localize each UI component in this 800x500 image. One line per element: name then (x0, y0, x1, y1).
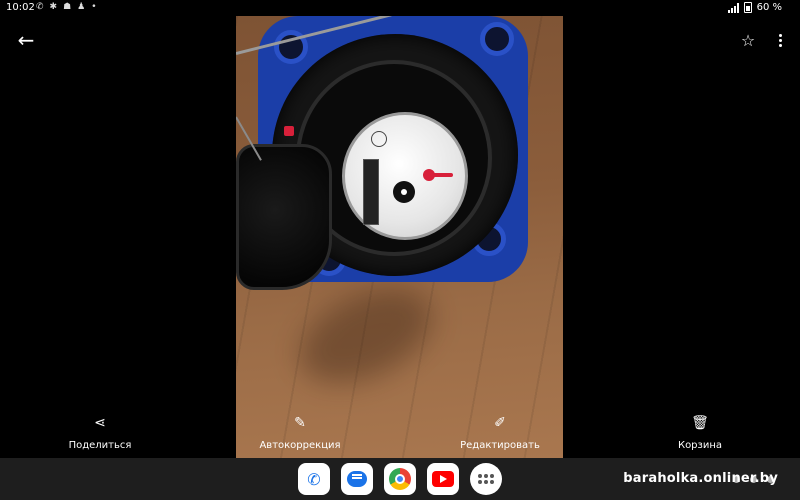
edit-label: Редактировать (460, 440, 540, 451)
trash-action[interactable]: 🗑 Корзина (635, 412, 765, 451)
meter-dial (342, 112, 468, 240)
share-icon: ⋖ (94, 415, 106, 431)
status-time: 10:02 (6, 2, 35, 13)
trash-icon: 🗑 (691, 415, 709, 431)
arrow-back-icon: ← (17, 28, 35, 52)
chrome-icon (389, 468, 411, 490)
status-bar: 10:02 ✆ ✱ ☗ ♟ • 60 % (0, 0, 800, 16)
notification-icon: ♟ (77, 2, 86, 12)
battery-icon (743, 2, 752, 13)
auto-correct-action[interactable]: ✎ Автокоррекция (235, 412, 365, 451)
chrome-app[interactable] (384, 463, 416, 495)
viber-icon: ✆ (36, 2, 44, 12)
meter-lid (236, 144, 332, 290)
app-drawer-button[interactable] (470, 463, 502, 495)
star-outline-icon: ☆ (740, 30, 756, 50)
photo-action-bar: ⋖ Поделиться ✎ Автокоррекция ✐ Редактиро… (0, 412, 800, 458)
red-needle (427, 173, 453, 177)
flange-bolt (480, 22, 514, 56)
favorite-button[interactable]: ☆ (736, 28, 760, 52)
app-dock: ✆ (298, 463, 502, 495)
watermark: baraholka.onliner.by (623, 471, 778, 486)
dot-icon: • (91, 2, 97, 12)
apps-grid-icon (478, 474, 494, 484)
status-left-icons: ✆ ✱ ☗ ♟ • (36, 2, 97, 12)
photo-viewer-image[interactable] (236, 16, 563, 458)
taskbar: ✆ baraholka.onliner.by (0, 458, 800, 500)
more-options-button[interactable] (770, 28, 790, 52)
edit-action[interactable]: ✐ Редактировать (435, 412, 565, 451)
bluetooth-icon: ✱ (49, 2, 58, 12)
edit-icon: ✐ (494, 415, 506, 431)
auto-correct-label: Автокоррекция (259, 440, 341, 451)
share-action[interactable]: ⋖ Поделиться (35, 412, 165, 451)
android-icon: ☗ (63, 2, 72, 12)
phone-app[interactable]: ✆ (298, 463, 330, 495)
youtube-icon (432, 471, 454, 487)
red-seal (284, 126, 294, 136)
trash-label: Корзина (677, 440, 723, 451)
battery-label: 60 % (756, 2, 782, 13)
messages-icon (347, 471, 367, 487)
messages-app[interactable] (341, 463, 373, 495)
signal-icon (727, 2, 739, 13)
small-dial (371, 131, 387, 147)
more-vert-icon (778, 33, 782, 37)
counter-digits (363, 159, 379, 225)
flow-rosette (393, 181, 415, 203)
share-label: Поделиться (68, 440, 132, 451)
auto-fix-icon: ✎ (294, 415, 306, 431)
phone-icon: ✆ (307, 469, 321, 489)
status-right: 60 % (727, 2, 782, 13)
back-button[interactable]: ← (14, 28, 38, 52)
youtube-app[interactable] (427, 463, 459, 495)
